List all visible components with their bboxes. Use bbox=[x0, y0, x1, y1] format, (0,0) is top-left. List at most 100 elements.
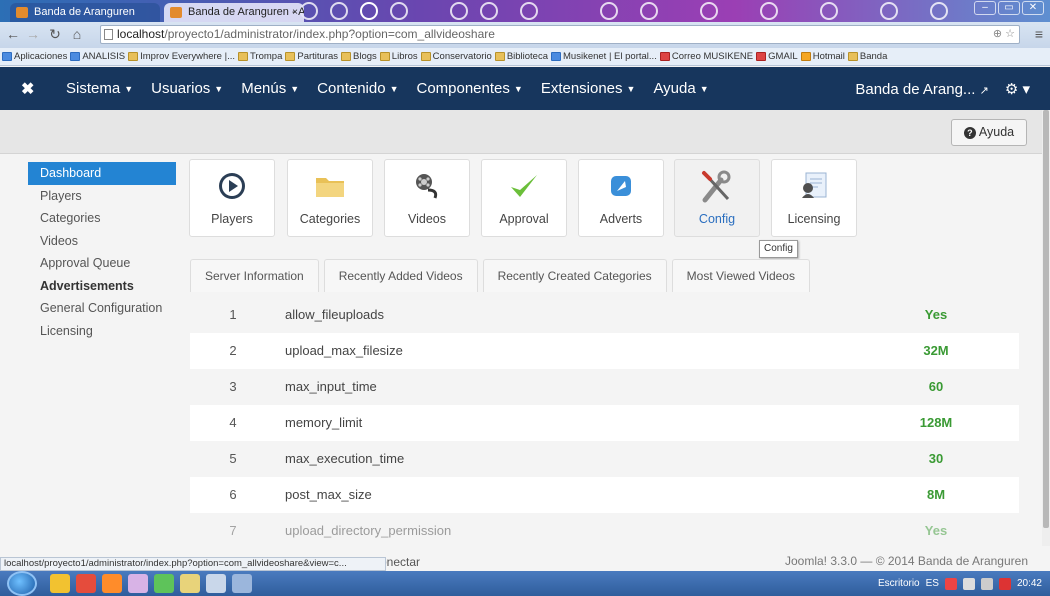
decoration bbox=[390, 2, 408, 20]
tab-recently-created-categories[interactable]: Recently Created Categories bbox=[482, 259, 667, 292]
bookmark[interactable]: Hotmail bbox=[800, 51, 845, 62]
setting-value: 32M bbox=[923, 343, 949, 358]
menu-extensiones[interactable]: Extensiones ▼ bbox=[541, 80, 636, 97]
sidebar-item-advertisements[interactable]: Advertisements bbox=[28, 275, 176, 298]
browser-tab-active[interactable]: Banda de Aranguren - Ad × bbox=[164, 3, 304, 22]
scrollbar-thumb[interactable] bbox=[1043, 110, 1049, 528]
start-button-icon[interactable] bbox=[7, 571, 37, 596]
bookmark[interactable]: Improv Everywhere |... bbox=[128, 51, 235, 62]
minimize-icon[interactable]: – bbox=[974, 1, 996, 15]
film-reel-icon bbox=[416, 174, 438, 199]
navbar-right: Banda de Arang... ↗ ⚙ ▾ bbox=[855, 80, 1030, 99]
sidebar-item-categories[interactable]: Categories bbox=[28, 207, 176, 230]
menu-usuarios[interactable]: Usuarios ▼ bbox=[151, 80, 223, 97]
row-number: 4 bbox=[229, 415, 237, 430]
musikenet-icon bbox=[551, 52, 562, 61]
maximize-icon[interactable]: ▭ bbox=[998, 1, 1020, 15]
config-button[interactable]: Config bbox=[674, 159, 760, 237]
decoration bbox=[330, 2, 348, 20]
desktop-label[interactable]: Escritorio bbox=[878, 578, 920, 589]
browser-status-url: localhost/proyecto1/administrator/index.… bbox=[0, 557, 386, 571]
menu-contenido[interactable]: Contenido ▼ bbox=[317, 80, 398, 97]
tab-server-information[interactable]: Server Information bbox=[190, 259, 319, 292]
adverts-button[interactable]: Adverts bbox=[578, 159, 664, 237]
help-button[interactable]: ? Ayuda bbox=[951, 119, 1027, 146]
setting-value: 60 bbox=[928, 379, 944, 394]
tray-flag-icon[interactable] bbox=[944, 577, 957, 590]
sidebar-item-players[interactable]: Players bbox=[28, 185, 176, 208]
menu-ayuda[interactable]: Ayuda ▼ bbox=[653, 80, 708, 97]
folder-icon[interactable] bbox=[180, 574, 200, 593]
bookmark[interactable]: Aplicaciones bbox=[2, 51, 67, 62]
players-button[interactable]: Players bbox=[189, 159, 275, 237]
chrome-icon[interactable] bbox=[76, 574, 96, 593]
screen: { "browser": { "tabs": [ {"label": "Band… bbox=[0, 0, 1050, 596]
taskbar-app-icon[interactable] bbox=[128, 574, 148, 593]
address-bar: ← → ↻ ⌂ localhost/proyecto1/administrato… bbox=[0, 22, 1050, 48]
menu-icon[interactable]: ≡ bbox=[1030, 25, 1048, 43]
favicon-icon bbox=[16, 7, 28, 18]
setting-name: max_input_time bbox=[285, 379, 377, 394]
setting-name: allow_fileuploads bbox=[285, 307, 385, 322]
sidebar-item-general-configuration[interactable]: General Configuration bbox=[28, 297, 176, 320]
volume-icon[interactable] bbox=[980, 577, 993, 590]
decoration bbox=[820, 2, 838, 20]
bookmark[interactable]: Correo MUSIKENE bbox=[659, 51, 753, 62]
tab-recently-added-videos[interactable]: Recently Added Videos bbox=[323, 259, 478, 292]
home-icon[interactable]: ⌂ bbox=[68, 25, 86, 43]
taskbar-app-icon[interactable] bbox=[232, 574, 252, 593]
menu-componentes[interactable]: Componentes ▼ bbox=[416, 80, 522, 97]
taskbar-app-icon[interactable] bbox=[50, 574, 70, 593]
licensing-button[interactable]: Licensing bbox=[771, 159, 857, 237]
footer-copyright: Joomla! 3.3.0 — © 2014 Banda de Arangure… bbox=[784, 554, 1028, 568]
url-field[interactable]: localhost/proyecto1/administrator/index.… bbox=[100, 25, 1020, 44]
menu-menus[interactable]: Menús ▼ bbox=[241, 80, 299, 97]
bookmark[interactable]: Biblioteca bbox=[494, 51, 548, 62]
bookmark[interactable]: ANALISIS bbox=[70, 51, 125, 62]
close-window-icon[interactable]: ✕ bbox=[1022, 1, 1044, 15]
settings-gear-icon[interactable]: ⚙ ▾ bbox=[1005, 80, 1030, 98]
certificate-icon bbox=[802, 172, 827, 198]
tray-network-icon[interactable] bbox=[962, 577, 975, 590]
sidebar-item-licensing[interactable]: Licensing bbox=[28, 320, 176, 343]
row-number: 3 bbox=[229, 379, 237, 394]
language-indicator[interactable]: ES bbox=[926, 578, 939, 589]
caret-down-icon: ▼ bbox=[699, 84, 709, 95]
table-row: 3 max_input_time 60 bbox=[190, 369, 1019, 405]
licensing-label: Licensing bbox=[787, 212, 841, 226]
table-row: 7 upload_directory_permission Yes bbox=[190, 513, 1019, 544]
sidebar-item-videos[interactable]: Videos bbox=[28, 230, 176, 253]
table-row: 6 post_max_size 8M bbox=[190, 477, 1019, 513]
bookmark[interactable]: Conservatorio bbox=[420, 51, 492, 62]
tray-app-icon[interactable] bbox=[998, 577, 1011, 590]
bookmark[interactable]: Libros bbox=[379, 51, 418, 62]
taskbar-app-icon[interactable] bbox=[154, 574, 174, 593]
vertical-scrollbar[interactable] bbox=[1042, 110, 1050, 546]
firefox-icon[interactable] bbox=[102, 574, 122, 593]
categories-button[interactable]: Categories bbox=[287, 159, 373, 237]
bookmark[interactable]: Blogs bbox=[341, 51, 377, 62]
bookmark[interactable]: GMAIL bbox=[756, 51, 798, 62]
bookmark[interactable]: Banda bbox=[847, 51, 887, 62]
menu-sistema[interactable]: Sistema ▼ bbox=[66, 80, 133, 97]
adverts-label: Adverts bbox=[599, 212, 643, 226]
back-icon[interactable]: ← bbox=[4, 25, 22, 43]
browser-tab[interactable]: Banda de Aranguren bbox=[10, 3, 160, 22]
word-icon[interactable] bbox=[206, 574, 226, 593]
videos-button[interactable]: Videos bbox=[384, 159, 470, 237]
forward-icon[interactable]: → bbox=[24, 25, 42, 43]
approval-button[interactable]: Approval bbox=[481, 159, 567, 237]
bookmark[interactable]: Musikenet | El portal... bbox=[551, 51, 657, 62]
sidebar-item-approval-queue[interactable]: Approval Queue bbox=[28, 252, 176, 275]
bookmark[interactable]: Trompa bbox=[237, 51, 282, 62]
bookmark[interactable]: Partituras bbox=[285, 51, 338, 62]
sidebar-item-dashboard[interactable]: Dashboard bbox=[28, 162, 176, 185]
reload-icon[interactable]: ↻ bbox=[46, 25, 64, 43]
tab-most-viewed-videos[interactable]: Most Viewed Videos bbox=[671, 259, 810, 292]
row-number: 5 bbox=[229, 451, 237, 466]
players-label: Players bbox=[211, 212, 253, 226]
joomla-logo-icon[interactable]: ✖ bbox=[21, 79, 34, 99]
zoom-star-icon[interactable]: ⊕ ☆ bbox=[993, 26, 1015, 43]
tab-close-icon[interactable]: × bbox=[292, 3, 298, 22]
site-link[interactable]: Banda de Arang... ↗ bbox=[855, 81, 989, 98]
